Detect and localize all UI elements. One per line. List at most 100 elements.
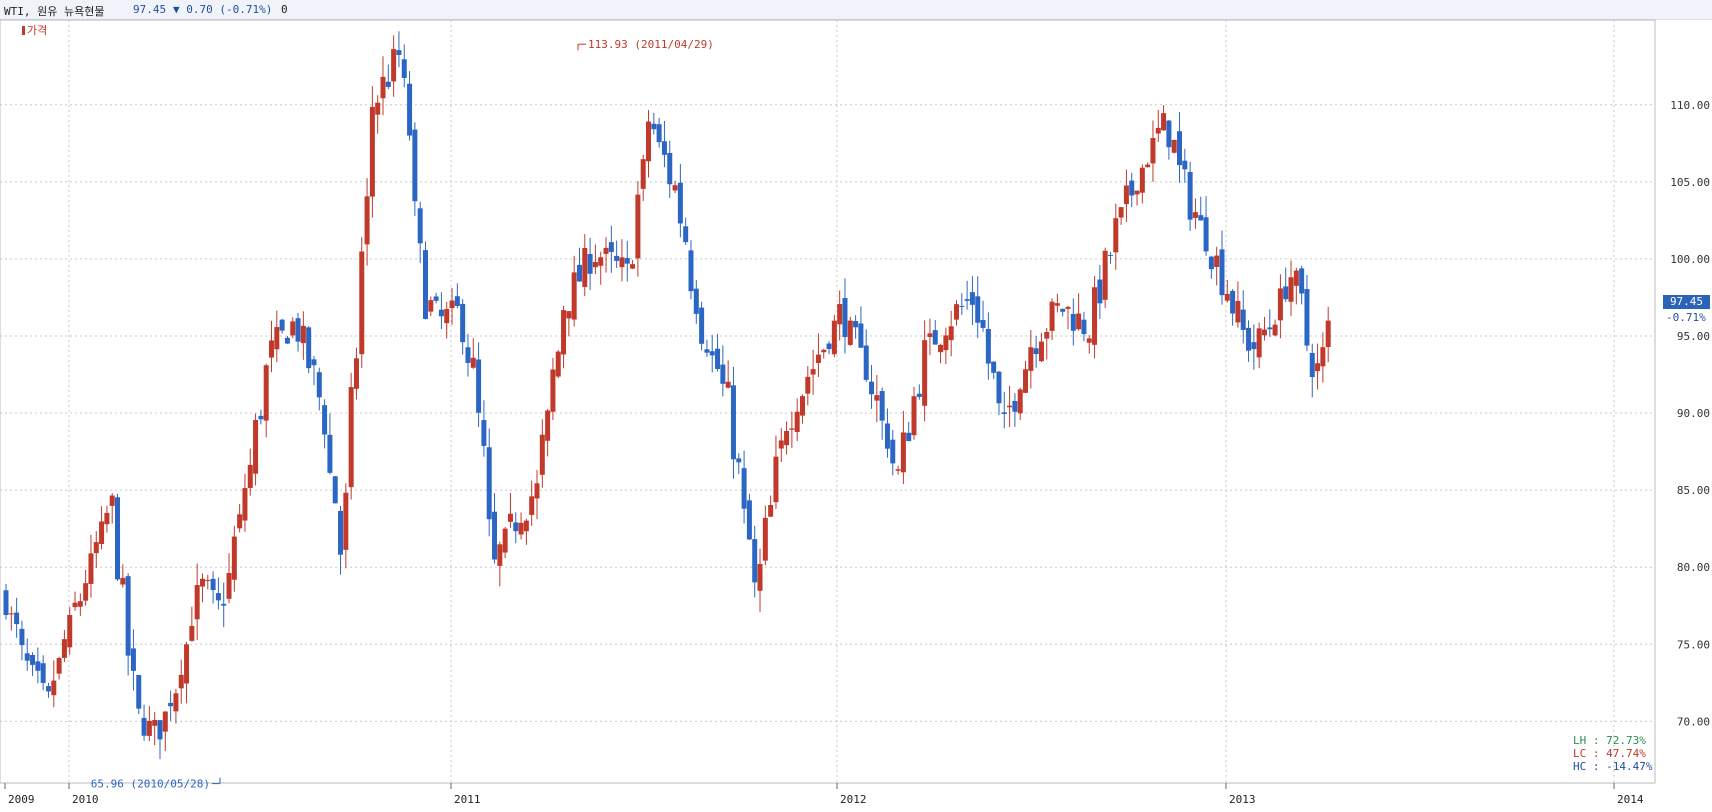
candle-up: [943, 335, 949, 351]
candle-up: [518, 522, 524, 535]
candle-down: [985, 328, 991, 364]
candle-down: [1198, 215, 1204, 221]
candle-down: [1267, 327, 1273, 330]
candle-up: [1023, 369, 1029, 393]
candle-down: [401, 59, 407, 78]
candle-down: [964, 299, 970, 301]
candle-up: [1038, 341, 1044, 362]
candle-up: [1150, 138, 1156, 164]
candle-down: [115, 497, 121, 580]
candle-up: [120, 577, 126, 585]
candle-down: [1033, 348, 1039, 355]
candle-up: [1145, 164, 1151, 168]
candle-down: [1107, 254, 1113, 256]
candle-up: [348, 387, 354, 488]
candle-down: [338, 510, 344, 555]
candle-up: [1065, 306, 1071, 309]
candle-down: [693, 288, 699, 314]
candle-down: [35, 661, 41, 671]
y-tick-label: 95.00: [1677, 330, 1710, 343]
candle-down: [1304, 289, 1310, 346]
candle-down: [661, 141, 667, 155]
candle-up: [77, 601, 83, 607]
candle-up: [831, 320, 837, 355]
candle-down: [736, 458, 742, 463]
candle-down: [332, 476, 338, 504]
candle-down: [486, 447, 492, 520]
candle-up: [784, 431, 790, 446]
candle-down: [422, 250, 428, 319]
candle-up: [1076, 313, 1082, 330]
candle-up: [630, 264, 636, 269]
stat-hc: HC : -14.47%: [1573, 760, 1652, 773]
candle-up: [550, 369, 556, 412]
candle-up: [88, 553, 94, 584]
candle-down: [1166, 120, 1172, 148]
candle-down: [295, 318, 301, 342]
y-tick-label: 110.00: [1670, 99, 1710, 112]
candle-down: [863, 345, 869, 380]
grid-lines: [0, 20, 1655, 783]
candle-up: [1102, 250, 1108, 300]
candle-up: [290, 321, 296, 336]
stat-lc-value: 47.74%: [1606, 747, 1646, 760]
candle-up: [571, 272, 577, 320]
candle-up: [104, 512, 110, 525]
candle-up: [911, 396, 917, 436]
candle-up: [1155, 127, 1161, 134]
candle-up: [109, 495, 115, 506]
candle-up: [178, 674, 184, 689]
candle-down: [879, 391, 885, 421]
stat-lh: LH : 72.73%: [1573, 734, 1646, 747]
candle-up: [61, 639, 67, 658]
candle-down: [916, 393, 922, 397]
stat-lh-label: LH :: [1573, 734, 1600, 747]
candle-up: [1123, 185, 1129, 205]
candle-down: [454, 296, 460, 307]
candle-down: [1001, 412, 1007, 414]
stat-hc-label: HC :: [1573, 760, 1600, 773]
stat-hc-value: -14.47%: [1606, 760, 1653, 773]
candle-down: [991, 361, 997, 373]
candle-down: [720, 364, 726, 384]
candle-down: [614, 255, 620, 261]
candle-up: [237, 514, 243, 529]
candle-down: [1097, 279, 1103, 304]
x-tick-label: 2009: [8, 793, 35, 806]
y-tick-label: 75.00: [1677, 638, 1710, 651]
candlestick-chart: 70.00 75.00 80.00 85.00 90.00 95.00 100.00 105.…: [0, 19, 1710, 806]
candle-up: [1007, 405, 1013, 408]
candle-up: [1028, 347, 1034, 371]
candle-down: [1251, 342, 1257, 350]
candle-up: [789, 428, 795, 430]
candle-up: [146, 720, 152, 736]
candle-down: [709, 351, 715, 356]
candle-down: [752, 539, 758, 583]
high-annotation: 113.93 (2011/04/29): [588, 38, 714, 51]
candle-down: [667, 153, 673, 185]
candle-up: [194, 585, 200, 620]
candle-down: [932, 330, 938, 345]
candle-down: [853, 321, 859, 328]
candle-up: [449, 300, 455, 309]
candle-up: [226, 572, 232, 599]
candle-up: [635, 194, 641, 259]
candle-up: [1256, 328, 1262, 358]
candle-up: [800, 396, 805, 416]
candle-up: [380, 76, 386, 99]
candle-down: [24, 653, 30, 661]
candle-up: [545, 410, 551, 441]
candle-up: [173, 693, 179, 712]
candle-down: [1060, 308, 1066, 312]
candle-down: [688, 250, 694, 292]
y-axis: 70.00 75.00 80.00 85.00 90.00 95.00 100.00 105.…: [1670, 99, 1710, 729]
candle-down: [1299, 268, 1305, 294]
candle-up: [231, 536, 237, 580]
candle-down: [19, 628, 25, 646]
candle-down: [608, 242, 614, 252]
candle-up: [598, 257, 604, 266]
candle-down: [513, 522, 519, 532]
y-tick-label: 100.00: [1670, 253, 1710, 266]
candle-down: [327, 434, 333, 473]
candle-up: [1139, 167, 1145, 193]
